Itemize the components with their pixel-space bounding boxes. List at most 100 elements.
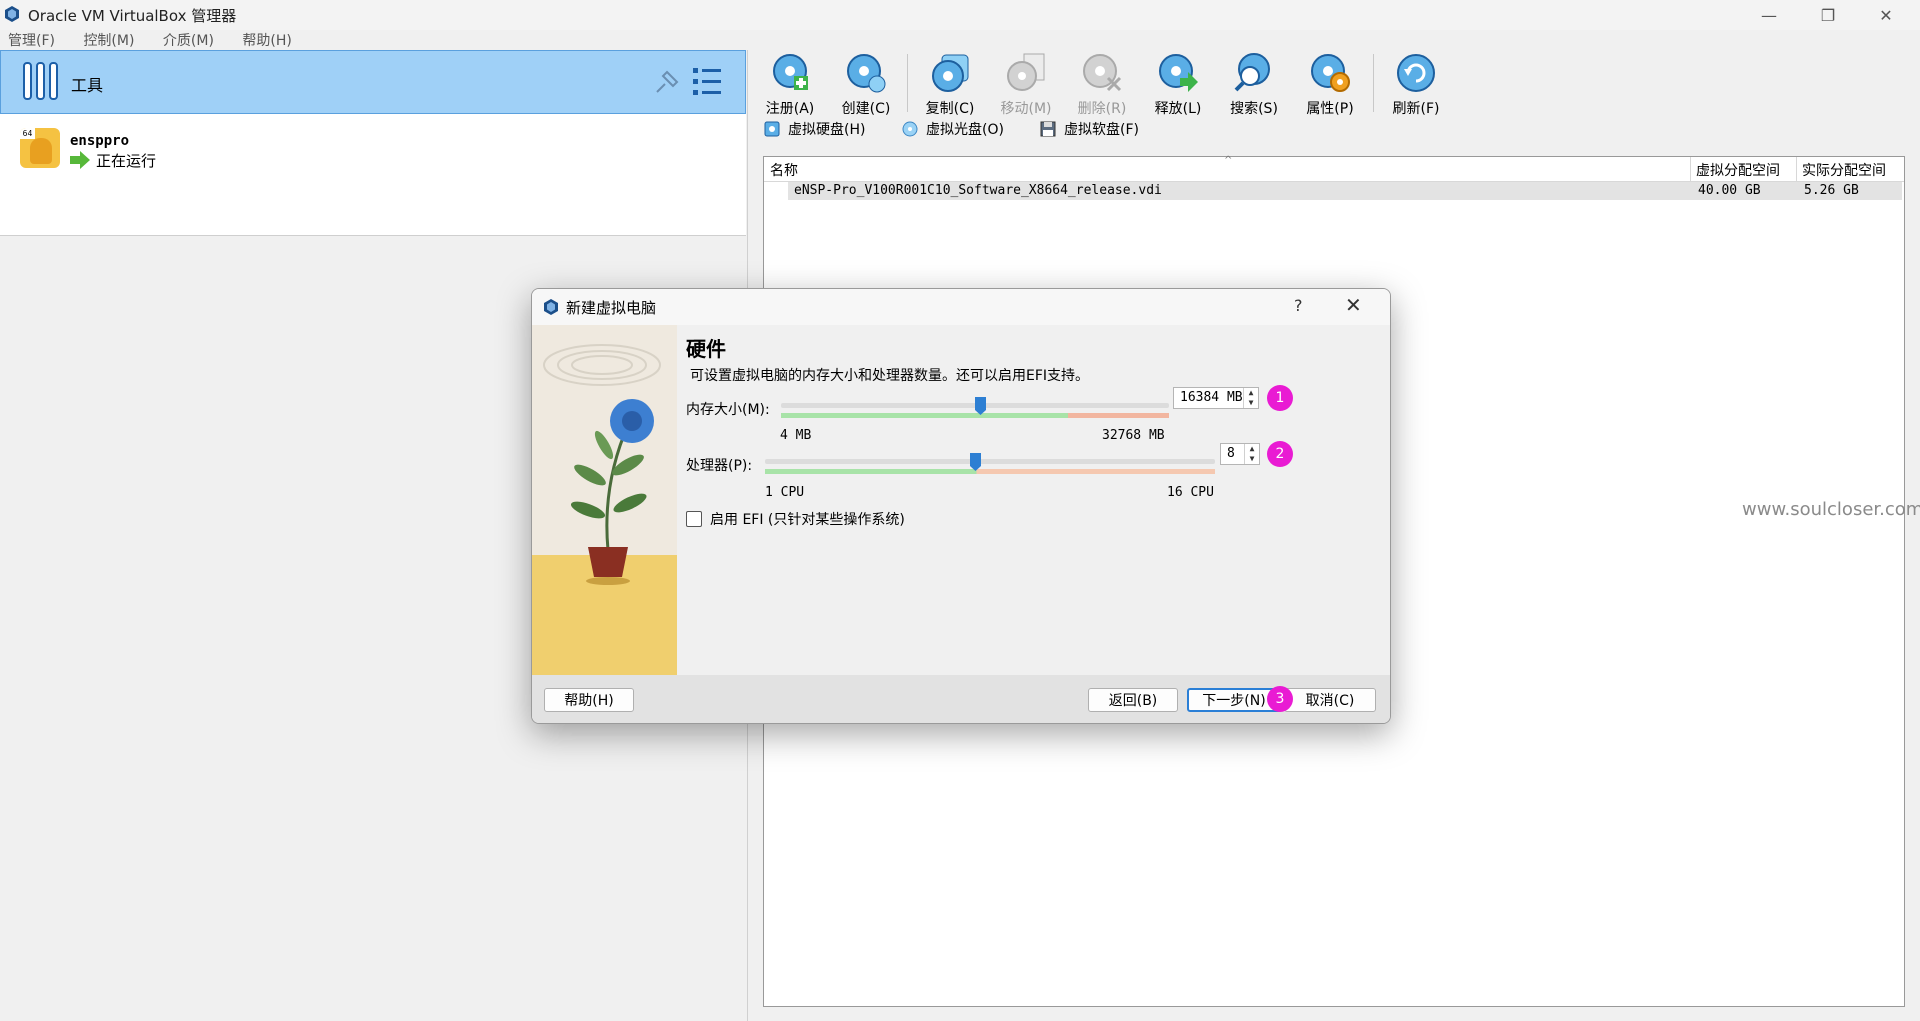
memory-max-label: 32768 MB bbox=[1102, 428, 1165, 443]
cpu-value: 8 bbox=[1227, 446, 1235, 461]
cpu-slider-thumb[interactable] bbox=[970, 453, 981, 471]
media-toolbar: 注册(A) 创建(C) 复制(C) 移动(M) 删除(R) 释放(L) 搜索(S… bbox=[752, 50, 1920, 117]
tools-icon bbox=[23, 62, 58, 100]
delete-disk-icon bbox=[1083, 54, 1122, 92]
dialog-help-button[interactable]: ? bbox=[1294, 296, 1303, 315]
memory-slider[interactable] bbox=[781, 395, 1169, 425]
menu-item-control[interactable]: 控制(M) bbox=[83, 30, 134, 50]
cpu-max-label: 16 CPU bbox=[1167, 485, 1214, 500]
virtual-size-cell: 40.00 GB bbox=[1698, 183, 1761, 198]
help-button[interactable]: 帮助(H) bbox=[544, 688, 634, 712]
dialog-titlebar: 新建虚拟电脑 ? ✕ bbox=[532, 289, 1390, 325]
create-button[interactable]: 创建(C) bbox=[828, 52, 904, 117]
copy-disk-icon bbox=[932, 54, 969, 92]
back-button[interactable]: 返回(B) bbox=[1088, 688, 1178, 712]
wizard-page-content: 硬件 可设置虚拟电脑的内存大小和处理器数量。还可以启用EFI支持。 内存大小(M… bbox=[677, 325, 1390, 675]
table-header: 名称 ^ 虚拟分配空间 实际分配空间 bbox=[764, 155, 1904, 182]
hard-disk-icon bbox=[764, 121, 780, 137]
search-button[interactable]: 搜索(S) bbox=[1216, 52, 1292, 117]
tab-hard-disks[interactable]: 虚拟硬盘(H) bbox=[764, 116, 865, 142]
copy-button[interactable]: 复制(C) bbox=[912, 52, 988, 117]
register-disk-icon bbox=[773, 54, 808, 90]
table-row[interactable]: eNSP-Pro_V100R001C10_Software_X8664_rele… bbox=[788, 182, 1902, 200]
page-heading: 硬件 bbox=[686, 337, 726, 361]
toolbar-separator bbox=[907, 54, 908, 112]
tab-optical-disks-label: 虚拟光盘(O) bbox=[926, 122, 1004, 138]
properties-button[interactable]: 属性(P) bbox=[1292, 52, 1368, 117]
copy-label: 复制(C) bbox=[925, 101, 975, 117]
cpu-spinbox[interactable]: 8 ▲ ▼ bbox=[1220, 443, 1260, 465]
minimize-button[interactable]: — bbox=[1746, 0, 1792, 30]
annotation-badge-2: 2 bbox=[1267, 441, 1293, 467]
tab-floppy-disks-label: 虚拟软盘(F) bbox=[1064, 122, 1139, 138]
wizard-illustration bbox=[532, 325, 677, 675]
spin-arrows-icon[interactable]: ▲ ▼ bbox=[1243, 388, 1258, 408]
menu-bar: 管理(F) 控制(M) 介质(M) 帮助(H) bbox=[0, 30, 1920, 50]
move-button[interactable]: 移动(M) bbox=[988, 52, 1064, 117]
refresh-icon bbox=[1397, 54, 1435, 92]
annotation-badge-1: 1 bbox=[1267, 385, 1293, 411]
refresh-button[interactable]: 刷新(F) bbox=[1378, 52, 1454, 117]
cpu-label: 处理器(P): bbox=[686, 458, 753, 474]
menu-item-help[interactable]: 帮助(H) bbox=[242, 30, 291, 50]
optical-disk-icon bbox=[902, 121, 918, 137]
vm-list-item-ensppro[interactable]: 64 ensppro 正在运行 bbox=[0, 114, 746, 236]
virtualbox-logo-icon bbox=[5, 6, 19, 22]
cpu-min-label: 1 CPU bbox=[765, 485, 805, 500]
create-label: 创建(C) bbox=[841, 101, 891, 117]
cancel-button[interactable]: 取消(C) bbox=[1284, 688, 1376, 712]
actual-size-cell: 5.26 GB bbox=[1804, 183, 1859, 198]
register-button[interactable]: 注册(A) bbox=[752, 52, 828, 117]
release-disk-icon bbox=[1159, 54, 1198, 92]
floppy-disk-icon bbox=[1040, 121, 1056, 137]
window-title: Oracle VM VirtualBox 管理器 bbox=[28, 7, 237, 25]
dialog-close-button[interactable]: ✕ bbox=[1345, 293, 1362, 317]
new-vm-dialog: 新建虚拟电脑 ? ✕ 硬件 可设置虚拟电脑的内存大小和处理器数量。还可以启用EF… bbox=[531, 288, 1391, 724]
memory-min-label: 4 MB bbox=[780, 428, 812, 443]
properties-label: 属性(P) bbox=[1306, 101, 1354, 117]
vm-name: ensppro bbox=[70, 133, 130, 149]
close-button[interactable]: ✕ bbox=[1863, 0, 1909, 30]
menu-item-media[interactable]: 介质(M) bbox=[163, 30, 214, 50]
cpu-slider[interactable] bbox=[765, 451, 1215, 481]
search-label: 搜索(S) bbox=[1230, 101, 1278, 117]
sort-ascending-icon: ^ bbox=[1224, 155, 1233, 166]
memory-spinbox[interactable]: 16384 MB ▲ ▼ bbox=[1173, 387, 1259, 409]
column-header-virtual-size[interactable]: 虚拟分配空间 bbox=[1696, 160, 1780, 180]
column-header-name[interactable]: 名称 bbox=[770, 160, 798, 180]
efi-checkbox-box[interactable] bbox=[686, 511, 702, 527]
virtualbox-logo-icon bbox=[544, 299, 558, 315]
watermark: www.soulcloser.com bbox=[1742, 499, 1920, 520]
tab-hard-disks-label: 虚拟硬盘(H) bbox=[788, 122, 866, 138]
register-label: 注册(A) bbox=[765, 101, 815, 117]
delete-button[interactable]: 删除(R) bbox=[1064, 52, 1140, 117]
annotation-badge-3: 3 bbox=[1267, 686, 1293, 712]
memory-label: 内存大小(M): bbox=[686, 402, 770, 418]
restore-button[interactable]: ❐ bbox=[1805, 0, 1851, 30]
memory-slider-thumb[interactable] bbox=[975, 397, 986, 415]
vm-status: 正在运行 bbox=[96, 152, 157, 170]
memory-value: 16384 MB bbox=[1180, 390, 1243, 405]
delete-label: 删除(R) bbox=[1077, 101, 1127, 117]
create-disk-icon bbox=[847, 54, 886, 93]
release-label: 释放(L) bbox=[1154, 101, 1202, 117]
menu-item-manage[interactable]: 管理(F) bbox=[8, 30, 55, 50]
pin-icon[interactable] bbox=[651, 68, 681, 98]
media-tabs: 虚拟硬盘(H) 虚拟光盘(O) 虚拟软盘(F) bbox=[760, 116, 1920, 144]
efi-checkbox[interactable]: 启用 EFI (只针对某些操作系统) bbox=[686, 509, 905, 529]
spin-arrows-icon[interactable]: ▲ ▼ bbox=[1244, 444, 1259, 464]
search-disk-icon bbox=[1234, 53, 1270, 92]
list-menu-icon[interactable] bbox=[691, 65, 723, 99]
refresh-label: 刷新(F) bbox=[1392, 101, 1440, 117]
column-header-actual-size[interactable]: 实际分配空间 bbox=[1802, 160, 1886, 180]
page-description: 可设置虚拟电脑的内存大小和处理器数量。还可以启用EFI支持。 bbox=[690, 368, 1090, 384]
release-button[interactable]: 释放(L) bbox=[1140, 52, 1216, 117]
tab-optical-disks[interactable]: 虚拟光盘(O) bbox=[902, 116, 1004, 142]
tab-floppy-disks[interactable]: 虚拟软盘(F) bbox=[1040, 116, 1139, 142]
window-titlebar: Oracle VM VirtualBox 管理器 — ❐ ✕ bbox=[0, 0, 1920, 30]
running-arrow-icon bbox=[70, 151, 90, 169]
dialog-footer: 帮助(H) 返回(B) 下一步(N) 取消(C) 3 bbox=[532, 675, 1390, 723]
move-disk-icon bbox=[1007, 53, 1045, 91]
vm-os-icon: 64 bbox=[20, 128, 60, 168]
tools-item[interactable]: 工具 bbox=[0, 50, 746, 114]
